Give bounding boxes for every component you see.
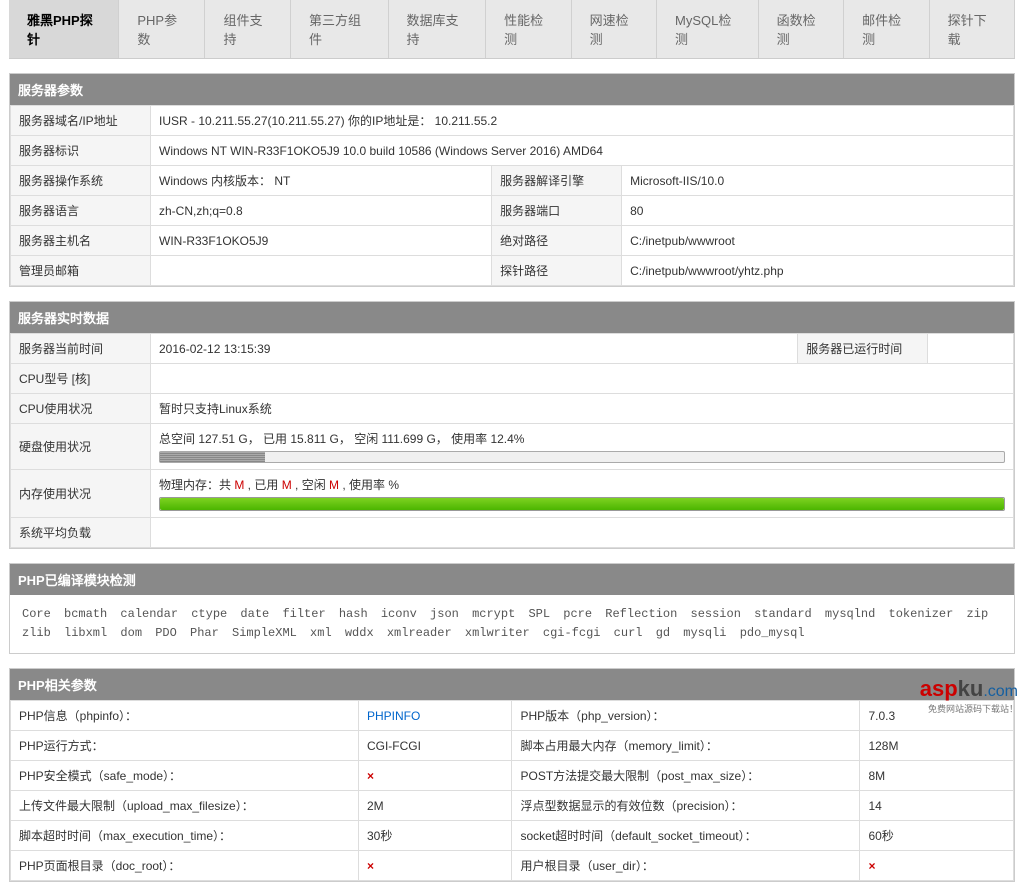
mem-text-1: 物理内存：共: [159, 478, 234, 492]
safe-mode-value: ×: [358, 761, 512, 791]
label-domain: 服务器域名/IP地址: [11, 106, 151, 136]
value-admin-email: [151, 256, 492, 286]
tab-third-party[interactable]: 第三方组件: [291, 0, 389, 58]
value-mem-usage: 物理内存：共 M , 已用 M , 空闲 M , 使用率 %: [151, 470, 1014, 518]
post-max-size-label: POST方法提交最大限制（post_max_size）：: [512, 761, 860, 791]
modules-list: Core bcmath calendar ctype date filter h…: [10, 595, 1014, 653]
tab-php-params[interactable]: PHP参数: [119, 0, 205, 58]
memory-limit-value: 128M: [860, 731, 1014, 761]
main-tabs: 雅黑PHP探针 PHP参数 组件支持 第三方组件 数据库支持 性能检测 网速检测…: [9, 0, 1015, 59]
post-max-size-value: 8M: [860, 761, 1014, 791]
value-current-time: 2016-02-12 13:15:39: [151, 334, 798, 364]
php-info-value: PHPINFO: [358, 701, 512, 731]
label-port: 服务器端口: [492, 196, 622, 226]
value-disk-usage: 总空间 127.51 G， 已用 15.811 G， 空闲 111.699 G，…: [151, 424, 1014, 470]
realtime-section: 服务器实时数据 服务器当前时间 2016-02-12 13:15:39 服务器已…: [9, 301, 1015, 549]
tab-mail[interactable]: 邮件检测: [844, 0, 929, 58]
phpinfo-link[interactable]: PHPINFO: [367, 709, 420, 723]
doc-root-value: ×: [358, 851, 512, 881]
label-disk-usage: 硬盘使用状况: [11, 424, 151, 470]
label-admin-email: 管理员邮箱: [11, 256, 151, 286]
value-lang: zh-CN,zh;q=0.8: [151, 196, 492, 226]
max-execution-time-label: 脚本超时时间（max_execution_time）：: [11, 821, 359, 851]
tab-performance[interactable]: 性能检测: [486, 0, 571, 58]
php-version-value: 7.0.3: [860, 701, 1014, 731]
modules-section: PHP已编译模块检测 Core bcmath calendar ctype da…: [9, 563, 1015, 654]
label-current-time: 服务器当前时间: [11, 334, 151, 364]
value-domain: IUSR - 10.211.55.27(10.211.55.27) 你的IP地址…: [151, 106, 1014, 136]
upload-max-filesize-label: 上传文件最大限制（upload_max_filesize）：: [11, 791, 359, 821]
label-probe-path: 探针路径: [492, 256, 622, 286]
label-lang: 服务器语言: [11, 196, 151, 226]
label-cpu-model: CPU型号 [核]: [11, 364, 151, 394]
tab-mysql[interactable]: MySQL检测: [657, 0, 759, 58]
safe-mode-label: PHP安全模式（safe_mode）：: [11, 761, 359, 791]
mem-m1: M: [234, 478, 244, 492]
tab-components[interactable]: 组件支持: [205, 0, 290, 58]
php-params-section: PHP相关参数 PHP信息（phpinfo）： PHPINFO PHP版本（ph…: [9, 668, 1015, 882]
tab-function[interactable]: 函数检测: [759, 0, 844, 58]
label-cpu-usage: CPU使用状况: [11, 394, 151, 424]
memory-limit-label: 脚本占用最大内存（memory_limit）：: [512, 731, 860, 761]
precision-label: 浮点型数据显示的有效位数（precision）：: [512, 791, 860, 821]
modules-header: PHP已编译模块检测: [10, 564, 1014, 595]
disk-usage-text: 总空间 127.51 G， 已用 15.811 G， 空闲 111.699 G，…: [159, 432, 524, 446]
socket-timeout-value: 60秒: [860, 821, 1014, 851]
server-params-section: 服务器参数 服务器域名/IP地址 IUSR - 10.211.55.27(10.…: [9, 73, 1015, 287]
mem-m3: M: [329, 478, 339, 492]
label-mem-usage: 内存使用状况: [11, 470, 151, 518]
label-engine: 服务器解译引擎: [492, 166, 622, 196]
value-server-id: Windows NT WIN-R33F1OKO5J9 10.0 build 10…: [151, 136, 1014, 166]
mem-text-3: , 空闲: [292, 478, 329, 492]
value-os: Windows 内核版本： NT: [151, 166, 492, 196]
value-cpu-model: [151, 364, 1014, 394]
tab-download[interactable]: 探针下载: [930, 0, 1015, 58]
label-uptime: 服务器已运行时间: [798, 334, 928, 364]
upload-max-filesize-value: 2M: [358, 791, 512, 821]
socket-timeout-label: socket超时时间（default_socket_timeout）：: [512, 821, 860, 851]
value-cpu-usage: 暂时只支持Linux系统: [151, 394, 1014, 424]
mem-usage-bar: [159, 497, 1005, 511]
disk-usage-bar-fill: [160, 452, 265, 462]
mem-usage-bar-fill: [160, 498, 1004, 510]
value-probe-path: C:/inetpub/wwwroot/yhtz.php: [622, 256, 1014, 286]
label-os: 服务器操作系统: [11, 166, 151, 196]
label-abspath: 绝对路径: [492, 226, 622, 256]
value-hostname: WIN-R33F1OKO5J9: [151, 226, 492, 256]
php-sapi-label: PHP运行方式：: [11, 731, 359, 761]
realtime-table: 服务器当前时间 2016-02-12 13:15:39 服务器已运行时间 CPU…: [10, 333, 1014, 548]
value-uptime: [928, 334, 1014, 364]
tab-probe[interactable]: 雅黑PHP探针: [9, 0, 119, 58]
php-params-table: PHP信息（phpinfo）： PHPINFO PHP版本（php_versio…: [10, 700, 1014, 881]
disk-usage-bar: [159, 451, 1005, 463]
tab-network[interactable]: 网速检测: [572, 0, 657, 58]
label-hostname: 服务器主机名: [11, 226, 151, 256]
max-execution-time-value: 30秒: [358, 821, 512, 851]
server-params-table: 服务器域名/IP地址 IUSR - 10.211.55.27(10.211.55…: [10, 105, 1014, 286]
server-params-header: 服务器参数: [10, 74, 1014, 105]
doc-root-label: PHP页面根目录（doc_root）：: [11, 851, 359, 881]
value-port: 80: [622, 196, 1014, 226]
precision-value: 14: [860, 791, 1014, 821]
user-dir-value: ×: [860, 851, 1014, 881]
value-abspath: C:/inetpub/wwwroot: [622, 226, 1014, 256]
php-version-label: PHP版本（php_version）：: [512, 701, 860, 731]
label-server-id: 服务器标识: [11, 136, 151, 166]
php-sapi-value: CGI-FCGI: [358, 731, 512, 761]
php-info-label: PHP信息（phpinfo）：: [11, 701, 359, 731]
mem-text-2: , 已用: [244, 478, 281, 492]
tab-database[interactable]: 数据库支持: [389, 0, 487, 58]
mem-m2: M: [282, 478, 292, 492]
value-load-avg: [151, 518, 1014, 548]
php-params-header: PHP相关参数: [10, 669, 1014, 700]
mem-text-4: , 使用率 %: [339, 478, 399, 492]
user-dir-label: 用户根目录（user_dir）：: [512, 851, 860, 881]
realtime-header: 服务器实时数据: [10, 302, 1014, 333]
value-engine: Microsoft-IIS/10.0: [622, 166, 1014, 196]
label-load-avg: 系统平均负载: [11, 518, 151, 548]
